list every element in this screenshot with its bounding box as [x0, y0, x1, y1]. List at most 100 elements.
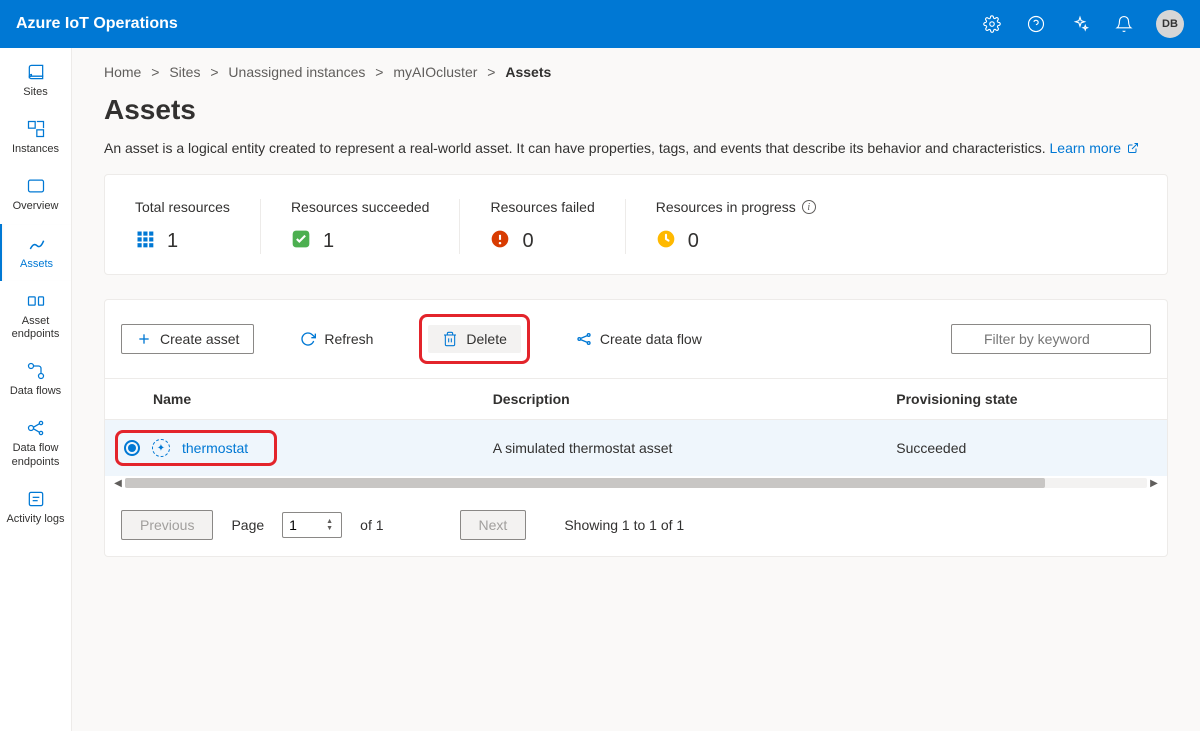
page-description: An asset is a logical entity created to … — [104, 140, 1168, 156]
sidebar-item-overview[interactable]: Overview — [0, 166, 71, 223]
stat-failed: Resources failed 0 — [460, 199, 625, 254]
toolbar: Create asset Refresh Delete Create data … — [105, 300, 1167, 379]
stat-label: Total resources — [135, 199, 230, 215]
breadcrumb: Home > Sites > Unassigned instances > my… — [104, 64, 1168, 80]
page-label: Page — [231, 517, 264, 533]
filter-input[interactable] — [951, 324, 1151, 354]
sidebar-item-data-flows[interactable]: Data flows — [0, 351, 71, 408]
stats-card: Total resources 1 Resources succeeded — [104, 174, 1168, 275]
showing-label: Showing 1 to 1 of 1 — [564, 517, 684, 533]
filter-wrap — [951, 324, 1151, 354]
scroll-thumb[interactable] — [125, 478, 1045, 488]
asset-endpoints-icon — [26, 291, 46, 311]
clock-icon — [656, 229, 676, 254]
sidebar-label: Overview — [13, 200, 59, 213]
breadcrumb-sep: > — [210, 64, 218, 80]
sidebar-label: Asset endpoints — [4, 315, 67, 341]
previous-button[interactable]: Previous — [121, 510, 213, 540]
stat-value: 1 — [167, 230, 178, 253]
notifications-icon[interactable] — [1104, 4, 1144, 44]
stat-value: 0 — [688, 230, 699, 253]
stat-label: Resources failed — [490, 199, 594, 215]
sidebar-item-assets[interactable]: Assets — [0, 224, 71, 281]
stat-inprogress: Resources in progress i 0 — [626, 199, 846, 254]
assets-table: Name Description Provisioning state ✦ th… — [105, 379, 1167, 476]
breadcrumb-current: Assets — [505, 64, 551, 80]
breadcrumb-item[interactable]: Unassigned instances — [228, 64, 365, 80]
sidebar-label: Instances — [12, 143, 59, 156]
stat-succeeded: Resources succeeded 1 — [261, 199, 461, 254]
sites-icon — [26, 62, 46, 82]
scroll-track[interactable] — [125, 478, 1147, 488]
success-icon — [291, 229, 311, 254]
breadcrumb-sep: > — [487, 64, 495, 80]
help-icon[interactable] — [1016, 4, 1056, 44]
asset-type-icon: ✦ — [152, 439, 170, 457]
info-icon[interactable]: i — [802, 200, 816, 214]
page-spinner[interactable]: ▲▼ — [326, 514, 340, 536]
row-description: A simulated thermostat asset — [477, 420, 881, 477]
col-description[interactable]: Description — [477, 379, 881, 420]
table-row[interactable]: ✦ thermostat A simulated thermostat asse… — [105, 420, 1167, 477]
instances-icon — [26, 119, 46, 139]
horizontal-scrollbar[interactable]: ◀ ▶ — [105, 476, 1167, 494]
refresh-button[interactable]: Refresh — [286, 325, 387, 353]
row-radio[interactable] — [124, 440, 140, 456]
delete-button[interactable]: Delete — [428, 325, 520, 353]
error-icon — [490, 229, 510, 254]
sidebar-label: Data flows — [10, 385, 61, 398]
dataflow-icon — [576, 331, 592, 347]
plus-icon — [136, 331, 152, 347]
activity-logs-icon — [26, 489, 46, 509]
sidebar-label: Sites — [23, 86, 47, 99]
asset-name-link[interactable]: thermostat — [182, 440, 248, 456]
page-of: of 1 — [360, 517, 383, 533]
external-link-icon — [1127, 142, 1139, 154]
assets-icon — [27, 234, 47, 254]
create-asset-button[interactable]: Create asset — [121, 324, 254, 354]
col-name[interactable]: Name — [105, 379, 477, 420]
grid-icon — [135, 229, 155, 254]
next-button[interactable]: Next — [460, 510, 527, 540]
sidebar-label: Data flow endpoints — [4, 442, 67, 468]
copilot-icon[interactable] — [1060, 4, 1100, 44]
user-avatar[interactable]: DB — [1156, 10, 1184, 38]
sidebar-item-activity-logs[interactable]: Activity logs — [0, 479, 71, 536]
pagination: Previous Page ▲▼ of 1 Next Showing 1 to … — [105, 494, 1167, 556]
delete-highlight: Delete — [419, 314, 529, 364]
trash-icon — [442, 331, 458, 347]
sidebar-label: Activity logs — [6, 513, 64, 526]
row-state: Succeeded — [880, 420, 1167, 477]
breadcrumb-item[interactable]: myAIOcluster — [393, 64, 477, 80]
sidebar-item-dataflow-endpoints[interactable]: Data flow endpoints — [0, 408, 71, 478]
scroll-right-icon[interactable]: ▶ — [1147, 476, 1161, 490]
page-title: Assets — [104, 94, 1168, 126]
stat-value: 1 — [323, 230, 334, 253]
stat-total: Total resources 1 — [125, 199, 261, 254]
stat-label: Resources succeeded — [291, 199, 430, 215]
main-content: Home > Sites > Unassigned instances > my… — [72, 48, 1200, 731]
sidebar-item-sites[interactable]: Sites — [0, 52, 71, 109]
header-actions: DB — [972, 4, 1184, 44]
table-card: Create asset Refresh Delete Create data … — [104, 299, 1168, 557]
refresh-icon — [300, 331, 316, 347]
stat-value: 0 — [522, 230, 533, 253]
breadcrumb-item[interactable]: Sites — [169, 64, 200, 80]
breadcrumb-item[interactable]: Home — [104, 64, 141, 80]
sidebar-label: Assets — [20, 258, 53, 271]
scroll-left-icon[interactable]: ◀ — [111, 476, 125, 490]
data-flows-icon — [26, 361, 46, 381]
app-header: Azure IoT Operations DB — [0, 0, 1200, 48]
sidebar-item-instances[interactable]: Instances — [0, 109, 71, 166]
col-state[interactable]: Provisioning state — [880, 379, 1167, 420]
row-selection-highlight: ✦ thermostat — [115, 430, 277, 466]
sidebar-item-asset-endpoints[interactable]: Asset endpoints — [0, 281, 71, 351]
breadcrumb-sep: > — [375, 64, 383, 80]
learn-more-link[interactable]: Learn more — [1050, 140, 1139, 156]
stat-label: Resources in progress i — [656, 199, 816, 215]
dataflow-endpoints-icon — [26, 418, 46, 438]
breadcrumb-sep: > — [151, 64, 159, 80]
settings-icon[interactable] — [972, 4, 1012, 44]
create-dataflow-button[interactable]: Create data flow — [562, 325, 716, 353]
overview-icon — [26, 176, 46, 196]
